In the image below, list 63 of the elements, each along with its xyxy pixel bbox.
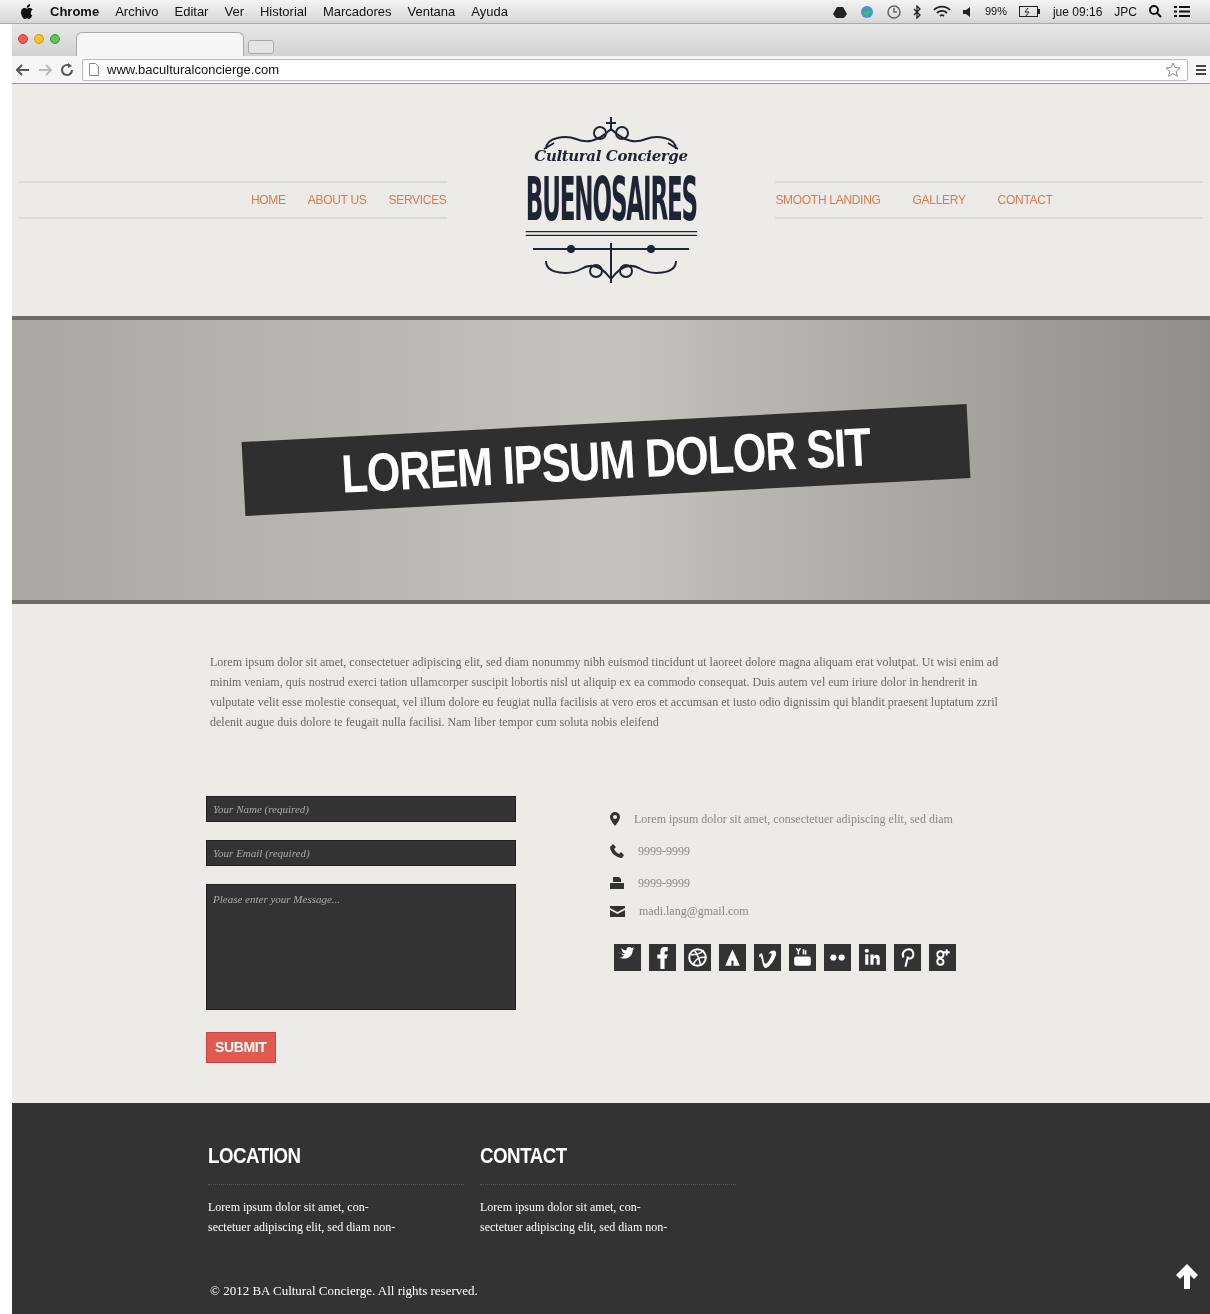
close-window-button[interactable] <box>18 34 28 44</box>
zoom-window-button[interactable] <box>50 34 60 44</box>
intro-paragraph: Lorem ipsum dolor sit amet, consectetuer adipiscing elit, sed diam nonummy nibh euismod tincidunt ut laoreet dolore magna aliquam erat volutpat. Ut wisi enim ad minim veniam, quis nostrud exerci tation ullamcorper suscipit lobortis nisl ut aliquip ex ea commodo consequat. Duis autem vel eum iriure dolor in hendrerit in vulputate velit esse molestie consequat, vel illum dolore eu feugiat nulla facilisis at vero eros et accumsan et iusto odio dignissim qui blandit praesent luptatum zzril delenit augue duis dolore te feugait nulla facilisi. Nam liber tempor cum soluta nobis eleifend <box>210 654 1000 731</box>
search-icon[interactable] <box>1149 5 1162 18</box>
footer-text: sectetuer adipiscing elit, sed diam non- <box>208 1219 397 1236</box>
url-text: www.baculturalconcierge.com <box>107 60 279 79</box>
battery-percentage: 99% <box>984 4 1007 20</box>
menu-item[interactable]: Historial <box>259 1 307 22</box>
hero-caption: LOREM IPSUM DOLOR SIT <box>340 415 872 505</box>
phone-icon <box>610 844 624 858</box>
letter-f-icon[interactable] <box>649 944 676 971</box>
letters-in-icon[interactable] <box>859 944 886 971</box>
back-arrow-icon[interactable] <box>16 63 30 76</box>
name-field[interactable]: Your Name (required) <box>206 796 516 822</box>
email-field[interactable]: Your Email (required) <box>206 840 516 866</box>
letter-v-icon[interactable] <box>754 944 781 971</box>
list-icon[interactable] <box>1174 5 1190 18</box>
email-icon <box>610 905 625 917</box>
footer-text: sectetuer adipiscing elit, sed diam non- <box>480 1219 669 1236</box>
message-field[interactable]: Please enter your Message... <box>206 884 516 1010</box>
reload-icon[interactable] <box>60 62 74 77</box>
logo-tagline: Cultural Concierge <box>534 145 688 167</box>
page-icon <box>89 63 99 76</box>
footer-heading: CONTACT <box>480 1142 567 1170</box>
menu-item[interactable]: Archivo <box>115 1 159 22</box>
menu-item[interactable]: Ventana <box>407 1 456 22</box>
bluetooth-icon[interactable] <box>912 4 921 19</box>
letter-p-icon[interactable] <box>894 944 921 971</box>
bird-icon[interactable] <box>614 944 641 971</box>
menu-item[interactable]: Ver <box>224 1 244 22</box>
sync-icon[interactable] <box>858 4 875 19</box>
logo[interactable]: Cultural Concierge BUENOSAIRES <box>520 114 702 286</box>
video-logo-icon[interactable] <box>789 944 816 971</box>
app-menu[interactable]: Chrome <box>50 1 100 22</box>
two-dots-icon[interactable] <box>824 944 851 971</box>
contact-text: 9999-9999 <box>638 843 690 860</box>
apple-logo-icon[interactable] <box>20 3 34 20</box>
address-bar[interactable]: www.baculturalconcierge.com <box>82 58 1188 81</box>
battery-icon[interactable] <box>1018 6 1041 17</box>
tree-icon[interactable] <box>719 944 746 971</box>
contact-text: Lorem ipsum dolor sit amet, consectetuer adipiscing elit, sed diam <box>634 811 953 828</box>
clock-text[interactable]: jue 09:16 <box>1052 2 1103 21</box>
clock-icon[interactable] <box>886 4 901 19</box>
submit-button[interactable]: SUBMIT <box>206 1032 276 1063</box>
menu-item[interactable]: Editar <box>174 1 209 22</box>
menu-item[interactable]: Ayuda <box>471 1 508 22</box>
star-icon[interactable] <box>1165 62 1181 77</box>
footer-heading: LOCATION <box>208 1142 301 1170</box>
logo-title: BUENOSAIRES <box>525 166 697 237</box>
menu-icon[interactable] <box>1196 63 1206 76</box>
footer-text: Lorem ipsum dolor sit amet, con- <box>480 1199 642 1216</box>
fax-icon <box>610 877 624 889</box>
speaker-icon[interactable] <box>962 5 973 18</box>
contact-text: 9999-9999 <box>638 875 690 892</box>
g-plus-icon[interactable] <box>929 944 956 971</box>
copyright-text: © 2012 BA Cultural Concierge. All rights reserved. <box>210 1282 479 1300</box>
menu-item[interactable]: Marcadores <box>322 1 392 22</box>
wifi-icon[interactable] <box>932 5 951 18</box>
up-arrow-icon[interactable] <box>1174 1262 1200 1290</box>
user-name[interactable]: JPC <box>1114 2 1137 21</box>
footer-text: Lorem ipsum dolor sit amet, con- <box>208 1199 370 1216</box>
location-icon <box>610 812 620 826</box>
contact-text: madi.lang@gmail.com <box>639 903 749 920</box>
